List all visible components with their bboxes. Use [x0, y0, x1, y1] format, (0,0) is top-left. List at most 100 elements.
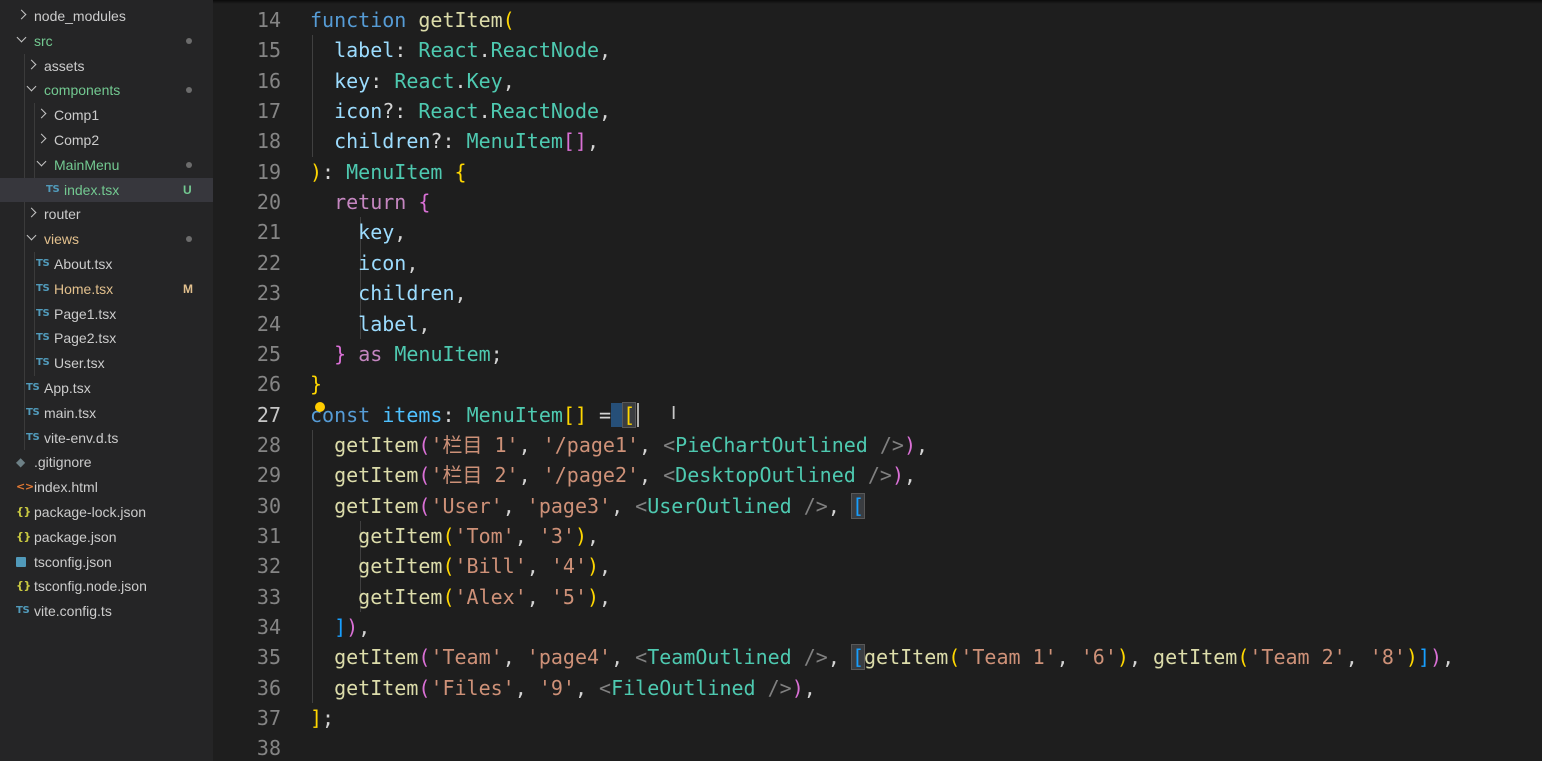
- code-text: children?: MenuItem[],: [334, 129, 600, 154]
- folder-item-src[interactable]: src: [0, 29, 213, 53]
- chevron-right-icon: [16, 9, 27, 20]
- code-editor[interactable]: 14 function getItem(15 label: React.React…: [213, 0, 1542, 761]
- file-item-vite-env-d-ts[interactable]: TS vite-env.d.ts: [0, 426, 213, 450]
- file-item-app-tsx[interactable]: TS App.tsx: [0, 376, 213, 400]
- code-text: getItem('Bill', '4'),: [358, 554, 612, 579]
- line-number: 20: [256, 190, 281, 215]
- code-line[interactable]: 36 getItem('Files', '9', <FileOutlined /…: [213, 673, 1542, 703]
- code-text: icon,: [358, 250, 419, 275]
- folder-item-mainmenu[interactable]: MainMenu: [0, 153, 213, 177]
- code-text: ): MenuItem {: [310, 159, 467, 184]
- tree-item-label: src: [34, 32, 53, 49]
- code-line[interactable]: 32 getItem('Bill', '4'),: [213, 551, 1542, 581]
- line-number: 14: [256, 8, 281, 32]
- chevron-down-icon: [16, 32, 27, 43]
- folder-item-views[interactable]: views: [0, 227, 213, 251]
- file-item-page1-tsx[interactable]: TS Page1.tsx: [0, 302, 213, 326]
- line-number: 37: [256, 706, 281, 731]
- git-status-dot: [186, 161, 192, 168]
- tree-item-label: MainMenu: [54, 156, 120, 173]
- file-item-page2-tsx[interactable]: TS Page2.tsx: [0, 326, 213, 350]
- typescript-file-icon: TS: [36, 258, 50, 269]
- file-item-main-tsx[interactable]: TS main.tsx: [0, 401, 213, 425]
- code-line[interactable]: 22 icon,: [213, 248, 1542, 278]
- file-item-user-tsx[interactable]: TS User.tsx: [0, 351, 213, 375]
- code-line[interactable]: 35 getItem('Team', 'page4', <TeamOutline…: [213, 642, 1542, 672]
- code-line[interactable]: 30 getItem('User', 'page3', <UserOutline…: [213, 491, 1542, 521]
- line-number: 32: [256, 554, 281, 579]
- file-item-home-tsx[interactable]: TS Home.tsx M: [0, 277, 213, 301]
- code-line[interactable]: 15 label: React.ReactNode,: [213, 35, 1542, 65]
- code-line[interactable]: 16 key: React.Key,: [213, 66, 1542, 96]
- code-line[interactable]: 33 getItem('Alex', '5'),: [213, 582, 1542, 612]
- line-number: 24: [256, 311, 281, 336]
- code-line[interactable]: 29 getItem('栏目 2', '/page2', <DesktopOut…: [213, 460, 1542, 490]
- folder-item-components[interactable]: components: [0, 78, 213, 102]
- file-item-index-html[interactable]: <> index.html: [0, 475, 213, 499]
- code-line[interactable]: 23 children,: [213, 278, 1542, 308]
- tree-item-label: package-lock.json: [34, 504, 147, 520]
- code-line[interactable]: 31 getItem('Tom', '3'),: [213, 521, 1542, 551]
- code-line[interactable]: 34 ]),: [213, 612, 1542, 642]
- code-line[interactable]: 25 } as MenuItem;: [213, 339, 1542, 369]
- code-line[interactable]: 24 label,: [213, 309, 1542, 339]
- file-item-tsconfig-json[interactable]: tsconfig.json: [0, 550, 213, 574]
- tree-item-label: vite-env.d.ts: [44, 429, 119, 446]
- file-item--gitignore[interactable]: ◆ .gitignore: [0, 450, 213, 474]
- line-number: 36: [256, 675, 281, 700]
- tree-item-label: components: [44, 82, 121, 99]
- tree-item-label: Page1.tsx: [54, 305, 117, 322]
- typescript-file-icon: TS: [26, 382, 40, 393]
- code-line[interactable]: 28 getItem('栏目 1', '/page1', <PieChartOu…: [213, 430, 1542, 460]
- code-text: return {: [334, 190, 431, 215]
- code-line[interactable]: 21 key,: [213, 217, 1542, 247]
- explorer-sidebar: node_modulessrc assets components Comp1 Comp…: [0, 0, 213, 761]
- lightbulb-icon[interactable]: [315, 401, 325, 412]
- folder-item-comp1[interactable]: Comp1: [0, 103, 213, 127]
- code-line[interactable]: 19 ): MenuItem {: [213, 157, 1542, 187]
- tree-item-label: node_modules: [34, 8, 126, 24]
- tree-item-label: tsconfig.json: [34, 553, 112, 570]
- tree-item-label: views: [44, 231, 80, 248]
- json-file-icon: {}: [16, 529, 32, 543]
- code-text: } as MenuItem;: [334, 341, 503, 366]
- chevron-down-icon: [26, 230, 37, 241]
- folder-item-router[interactable]: router: [0, 202, 213, 226]
- folder-item-comp2[interactable]: Comp2: [0, 128, 213, 152]
- tsconfig-file-icon: [16, 556, 26, 567]
- ibeam-pointer-icon: I: [671, 402, 677, 424]
- line-number: 26: [256, 372, 281, 397]
- file-item-package-json[interactable]: {} package.json: [0, 525, 213, 549]
- code-line[interactable]: 26}: [213, 369, 1542, 399]
- file-item-vite-config-ts[interactable]: TS vite.config.ts: [0, 599, 213, 623]
- folder-item-assets[interactable]: assets: [0, 54, 213, 78]
- code-text: label: React.ReactNode,: [334, 38, 612, 63]
- line-number: 31: [256, 523, 281, 548]
- tree-item-label: assets: [44, 57, 85, 74]
- line-number: 19: [256, 159, 281, 184]
- tree-item-label: index.tsx: [64, 181, 120, 198]
- code-line[interactable]: 20 return {: [213, 187, 1542, 217]
- code-line[interactable]: 17 icon?: React.ReactNode,: [213, 96, 1542, 126]
- git-status-dot: [186, 37, 192, 44]
- tree-item-label: index.html: [34, 479, 98, 496]
- tree-item-label: package.json: [34, 528, 117, 545]
- code-line[interactable]: 37];: [213, 703, 1542, 733]
- line-number: 23: [256, 281, 281, 306]
- code-line[interactable]: 38: [213, 733, 1542, 761]
- line-number: 33: [256, 584, 281, 609]
- file-item-tsconfig-node-json[interactable]: {} tsconfig.node.json: [0, 574, 213, 598]
- code-text: key: React.Key,: [334, 68, 515, 93]
- file-item-index-tsx[interactable]: TS index.tsx U: [0, 177, 213, 202]
- json-file-icon: {}: [16, 505, 32, 518]
- typescript-file-icon: TS: [16, 605, 30, 617]
- code-text: ]),: [334, 615, 371, 639]
- typescript-file-icon: TS: [26, 431, 40, 443]
- folder-item-node-modules[interactable]: node_modules: [0, 4, 213, 28]
- file-item-package-lock-json[interactable]: {} package-lock.json: [0, 500, 213, 524]
- git-file-icon: ◆: [16, 455, 25, 470]
- code-line[interactable]: 18 children?: MenuItem[],: [213, 126, 1542, 156]
- file-item-about-tsx[interactable]: TS About.tsx: [0, 252, 213, 276]
- code-line[interactable]: 27 const items: MenuItem[] = [: [213, 400, 1542, 430]
- code-line[interactable]: 14 function getItem(: [213, 5, 1542, 35]
